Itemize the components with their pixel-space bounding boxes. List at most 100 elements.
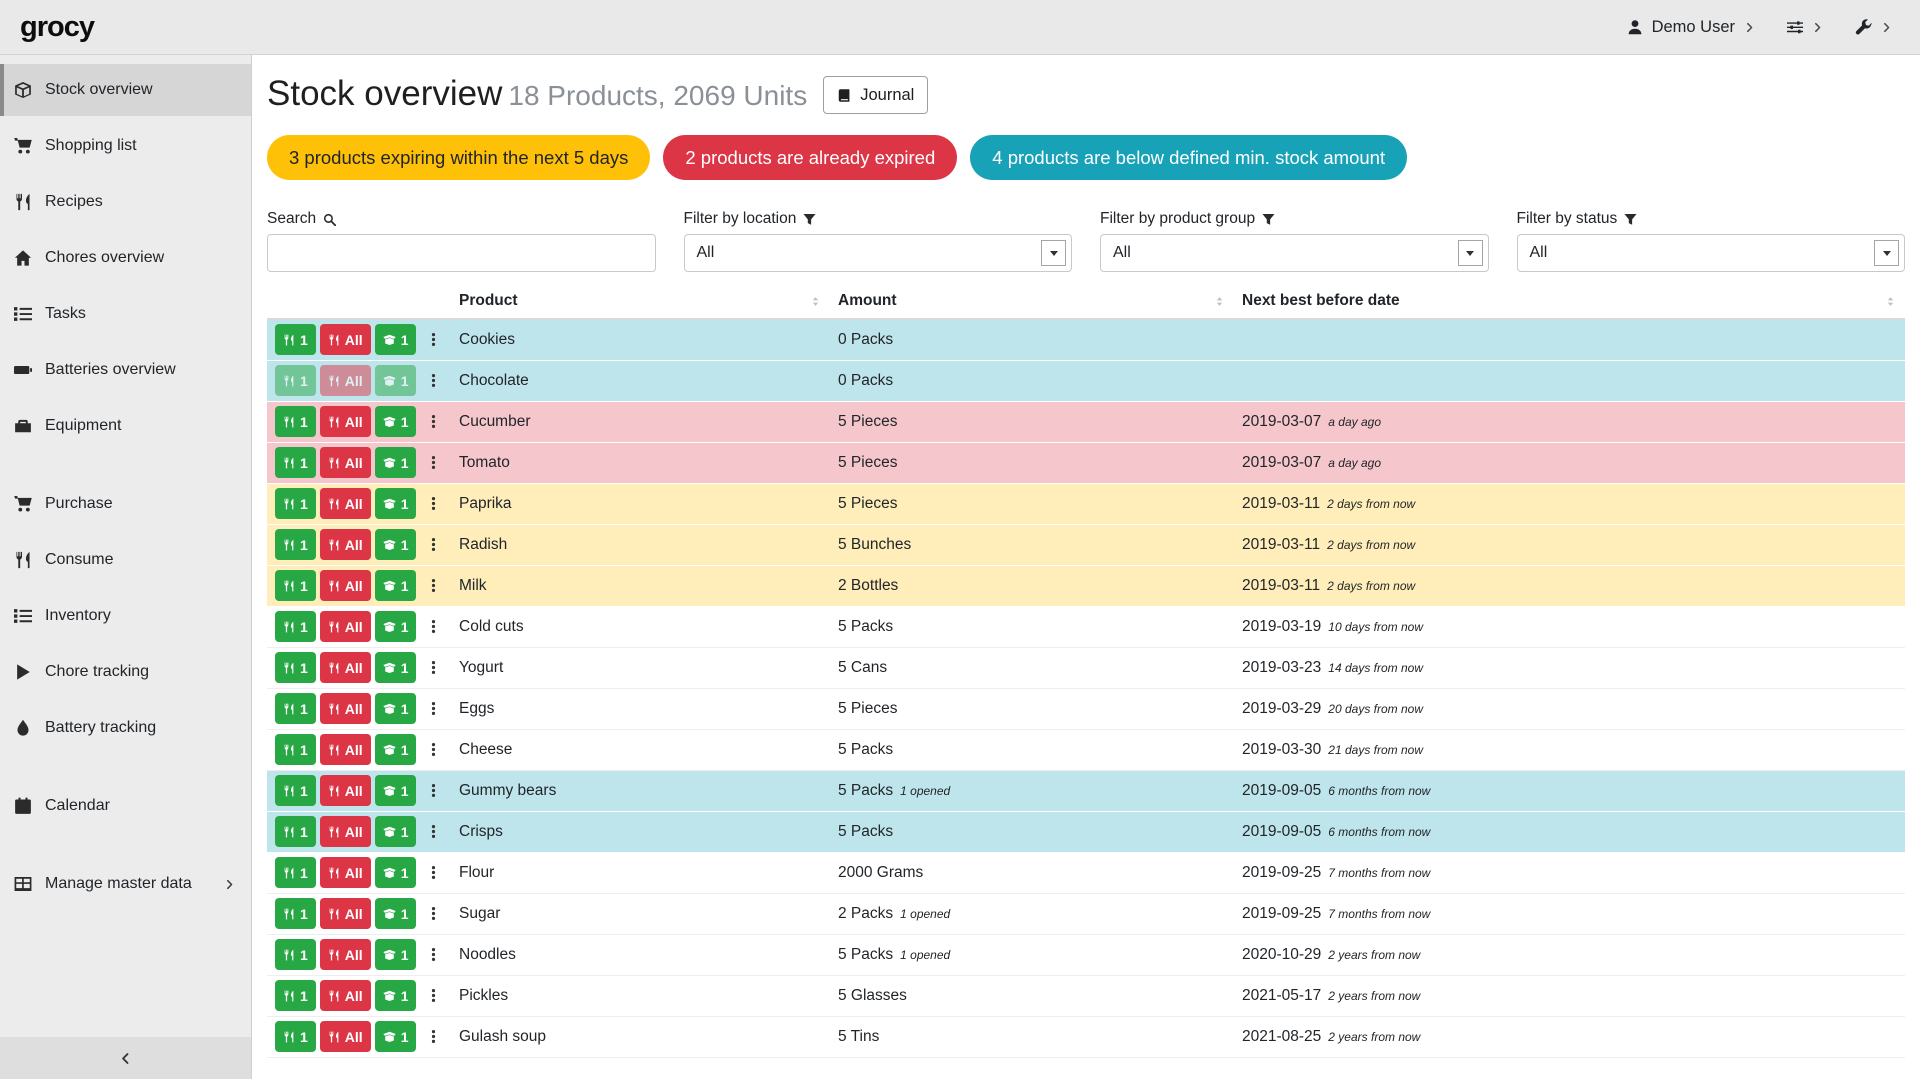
product-name[interactable]: Chocolate (451, 360, 830, 401)
sort-icon[interactable] (1213, 295, 1226, 308)
consume-one-button[interactable]: 1 (275, 529, 316, 560)
consume-all-button[interactable]: All (320, 980, 371, 1011)
consume-all-button[interactable]: All (320, 324, 371, 355)
open-one-button[interactable]: 1 (375, 939, 417, 970)
open-one-button[interactable]: 1 (375, 775, 417, 806)
consume-one-button[interactable]: 1 (275, 693, 316, 724)
open-one-button[interactable]: 1 (375, 652, 417, 683)
row-menu-button[interactable] (423, 980, 444, 1011)
alert-pill[interactable]: 4 products are below defined min. stock … (970, 135, 1407, 180)
consume-all-button[interactable]: All (320, 734, 371, 765)
consume-one-button[interactable]: 1 (275, 734, 316, 765)
product-name[interactable]: Radish (451, 524, 830, 565)
row-menu-button[interactable] (423, 775, 444, 806)
consume-all-button[interactable]: All (320, 1021, 371, 1052)
row-menu-button[interactable] (423, 365, 444, 396)
product-name[interactable]: Yogurt (451, 647, 830, 688)
open-one-button[interactable]: 1 (375, 980, 417, 1011)
open-one-button[interactable]: 1 (375, 365, 417, 396)
consume-one-button[interactable]: 1 (275, 816, 316, 847)
consume-all-button[interactable]: All (320, 611, 371, 642)
product-name[interactable]: Paprika (451, 483, 830, 524)
open-one-button[interactable]: 1 (375, 816, 417, 847)
consume-all-button[interactable]: All (320, 693, 371, 724)
row-menu-button[interactable] (423, 324, 444, 355)
row-menu-button[interactable] (423, 406, 444, 437)
consume-all-button[interactable]: All (320, 406, 371, 437)
open-one-button[interactable]: 1 (375, 529, 417, 560)
product-name[interactable]: Cheese (451, 729, 830, 770)
sidebar-item-recipes[interactable]: Recipes (0, 176, 251, 228)
sidebar-item-inventory[interactable]: Inventory (0, 590, 251, 642)
row-menu-button[interactable] (423, 529, 444, 560)
row-menu-button[interactable] (423, 611, 444, 642)
open-one-button[interactable]: 1 (375, 734, 417, 765)
product-name[interactable]: Flour (451, 852, 830, 893)
best-before-column-header[interactable]: Next best before date (1234, 286, 1905, 319)
consume-one-button[interactable]: 1 (275, 570, 316, 601)
consume-all-button[interactable]: All (320, 898, 371, 929)
product-name[interactable]: Pickles (451, 975, 830, 1016)
sidebar-item-tasks[interactable]: Tasks (0, 288, 251, 340)
settings-menu[interactable] (1787, 19, 1823, 35)
open-one-button[interactable]: 1 (375, 570, 417, 601)
consume-all-button[interactable]: All (320, 447, 371, 478)
sort-icon[interactable] (1884, 295, 1897, 308)
product-name[interactable]: Tomato (451, 442, 830, 483)
open-one-button[interactable]: 1 (375, 406, 417, 437)
open-one-button[interactable]: 1 (375, 488, 417, 519)
consume-all-button[interactable]: All (320, 816, 371, 847)
open-one-button[interactable]: 1 (375, 324, 417, 355)
row-menu-button[interactable] (423, 857, 444, 888)
open-one-button[interactable]: 1 (375, 857, 417, 888)
sidebar-item-chore-tracking[interactable]: Chore tracking (0, 646, 251, 698)
sidebar-item-stock-overview[interactable]: Stock overview (0, 64, 251, 116)
sidebar-item-batteries-overview[interactable]: Batteries overview (0, 344, 251, 396)
row-menu-button[interactable] (423, 816, 444, 847)
sidebar-item-shopping-list[interactable]: Shopping list (0, 120, 251, 172)
sidebar-item-consume[interactable]: Consume (0, 534, 251, 586)
open-one-button[interactable]: 1 (375, 447, 417, 478)
location-select[interactable]: All (684, 234, 1073, 272)
product-name[interactable]: Eggs (451, 688, 830, 729)
row-menu-button[interactable] (423, 939, 444, 970)
product-name[interactable]: Cold cuts (451, 606, 830, 647)
row-menu-button[interactable] (423, 734, 444, 765)
admin-menu[interactable] (1855, 19, 1892, 36)
row-menu-button[interactable] (423, 898, 444, 929)
sidebar-item-purchase[interactable]: Purchase (0, 478, 251, 530)
product-name[interactable]: Cookies (451, 319, 830, 360)
consume-all-button[interactable]: All (320, 652, 371, 683)
consume-one-button[interactable]: 1 (275, 857, 316, 888)
consume-all-button[interactable]: All (320, 857, 371, 888)
consume-all-button[interactable]: All (320, 775, 371, 806)
alert-pill[interactable]: 3 products expiring within the next 5 da… (267, 135, 650, 180)
product-column-header[interactable]: Product (451, 286, 830, 319)
product-group-select[interactable]: All (1100, 234, 1489, 272)
product-name[interactable]: Cucumber (451, 401, 830, 442)
journal-button[interactable]: Journal (823, 76, 928, 114)
row-menu-button[interactable] (423, 652, 444, 683)
search-input[interactable] (267, 234, 656, 272)
sidebar-item-battery-tracking[interactable]: Battery tracking (0, 702, 251, 754)
amount-column-header[interactable]: Amount (830, 286, 1234, 319)
consume-one-button[interactable]: 1 (275, 652, 316, 683)
grocy-logo[interactable]: grocy (20, 11, 94, 44)
sort-icon[interactable] (809, 295, 822, 308)
open-one-button[interactable]: 1 (375, 1021, 417, 1052)
consume-one-button[interactable]: 1 (275, 488, 316, 519)
product-name[interactable]: Gulash soup (451, 1016, 830, 1057)
row-menu-button[interactable] (423, 488, 444, 519)
user-menu[interactable]: Demo User (1627, 18, 1755, 37)
consume-all-button[interactable]: All (320, 939, 371, 970)
consume-all-button[interactable]: All (320, 570, 371, 601)
row-menu-button[interactable] (423, 447, 444, 478)
consume-one-button[interactable]: 1 (275, 447, 316, 478)
consume-one-button[interactable]: 1 (275, 365, 316, 396)
product-name[interactable]: Gummy bears (451, 770, 830, 811)
sidebar-item-calendar[interactable]: Calendar (0, 780, 251, 832)
alert-pill[interactable]: 2 products are already expired (663, 135, 957, 180)
consume-all-button[interactable]: All (320, 529, 371, 560)
product-name[interactable]: Sugar (451, 893, 830, 934)
consume-one-button[interactable]: 1 (275, 898, 316, 929)
